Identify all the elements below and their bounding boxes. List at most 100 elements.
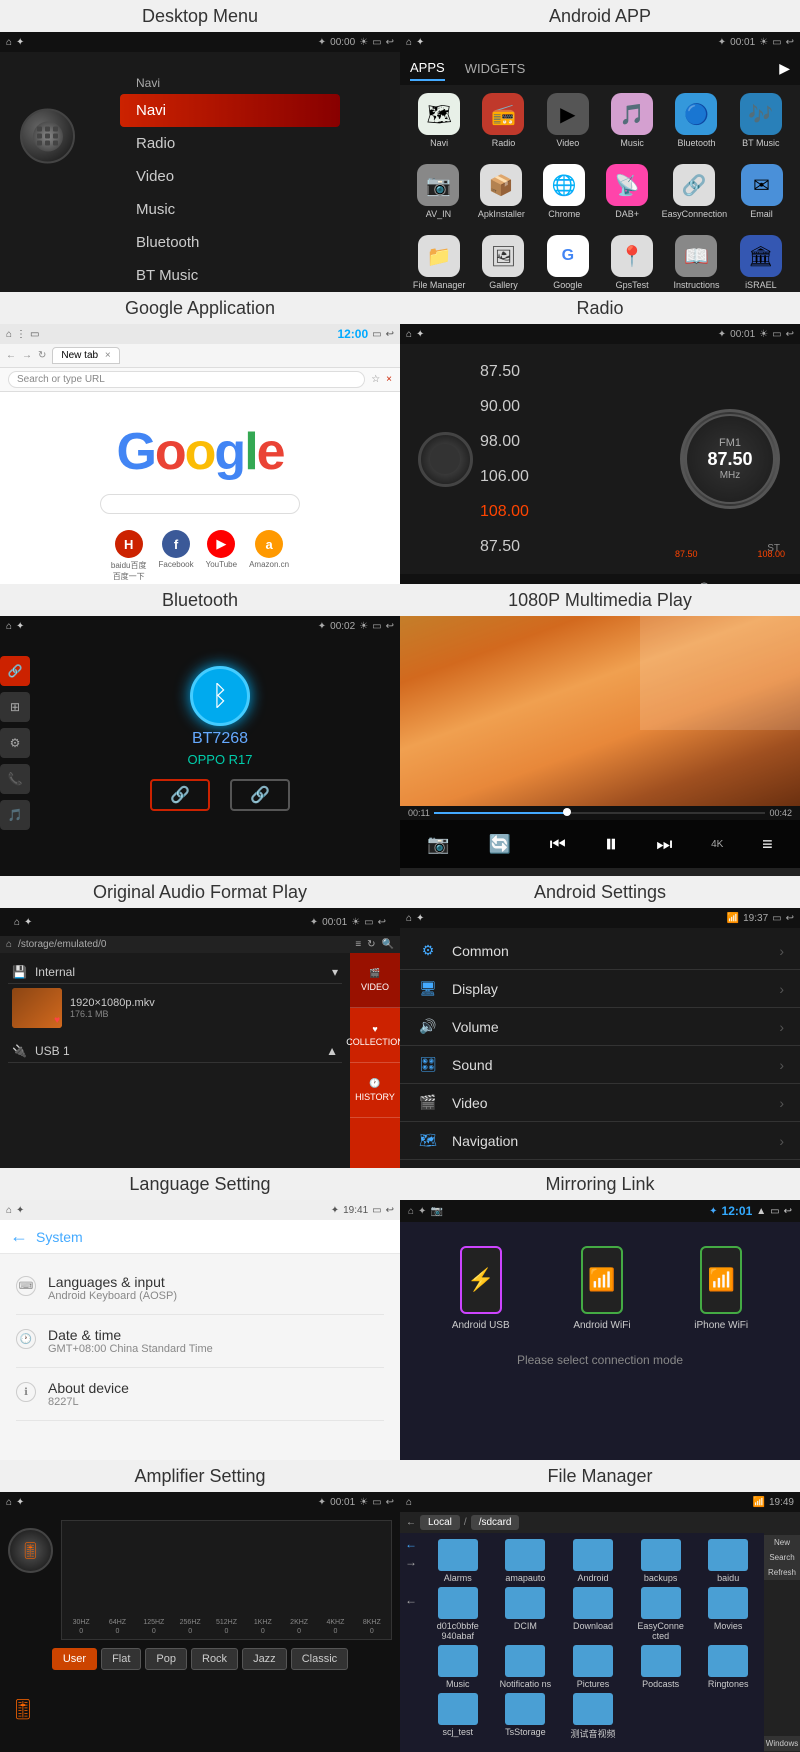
amp-knob[interactable]: 🎚: [8, 1528, 53, 1573]
mirror-iphone-wifi[interactable]: 📶 iPhone WiFi: [694, 1246, 748, 1331]
lang-back-btn[interactable]: ←: [10, 1226, 28, 1247]
bt-sidebar-settings[interactable]: ⚙: [0, 728, 30, 758]
progress-thumb[interactable]: [563, 808, 571, 816]
media-next-btn[interactable]: ⏭: [656, 834, 672, 855]
fm-left-btn-3[interactable]: ←: [405, 1593, 417, 1607]
settings-display[interactable]: 🖥 Display ›: [400, 970, 800, 1008]
app-avin[interactable]: 📷 AV_IN: [410, 164, 467, 219]
preset-classic[interactable]: Classic: [291, 1648, 348, 1670]
fm-btn-windows[interactable]: Windows: [764, 1736, 800, 1751]
app-google[interactable]: G Google: [539, 235, 597, 290]
radio-dial[interactable]: FM1 87.50 MHz: [680, 409, 780, 509]
radio-knob[interactable]: [418, 432, 473, 487]
bt-sidebar-link[interactable]: 🔗: [0, 656, 30, 686]
freq-5[interactable]: 108.00: [480, 501, 670, 523]
media-rotate-btn[interactable]: 🔄: [488, 834, 510, 855]
menu-item-navi[interactable]: Navi: [120, 94, 340, 127]
folder-notifications[interactable]: Notificatio ns: [494, 1645, 558, 1689]
freq-1[interactable]: 87.50: [480, 361, 670, 383]
app-bluetooth[interactable]: 🔵 Bluetooth: [667, 93, 725, 148]
search-icon[interactable]: 🔍: [382, 939, 394, 950]
app-btmusic[interactable]: 🎶 BT Music: [732, 93, 790, 148]
progress-track[interactable]: [434, 812, 766, 814]
url-bar[interactable]: Search or type URL: [8, 371, 365, 388]
freq-3[interactable]: 98.00: [480, 431, 670, 453]
app-instructions[interactable]: 📖 Instructions: [667, 235, 725, 290]
menu-item-radio[interactable]: Radio: [120, 127, 340, 160]
bt-connect-btn[interactable]: 🔗: [150, 779, 210, 811]
folder-podcasts[interactable]: Podcasts: [629, 1645, 693, 1689]
menu-item-btmusic[interactable]: BT Music: [120, 259, 340, 292]
preset-rock[interactable]: Rock: [191, 1648, 238, 1670]
fm-btn-new[interactable]: New: [764, 1535, 800, 1550]
browser-tab[interactable]: New tab ×: [52, 347, 119, 364]
app-filemgr[interactable]: 📁 File Manager: [410, 235, 468, 290]
audio-file-item[interactable]: ♥ 1920×1080p.mkv 176.1 MB: [8, 984, 342, 1032]
bt-sidebar-grid[interactable]: ⊞: [0, 692, 30, 722]
freq-4[interactable]: 106.00: [480, 466, 670, 488]
fm-left-btn-1[interactable]: ←: [405, 1537, 417, 1551]
menu-item-music[interactable]: Music: [120, 193, 340, 226]
app-gallery[interactable]: 🖼 Gallery: [474, 235, 532, 290]
folder-d01[interactable]: d01c0bbfe 940abaf: [426, 1587, 490, 1641]
app-israel[interactable]: 🏛 iSRAEL: [732, 235, 790, 290]
folder-alarms[interactable]: Alarms: [426, 1539, 490, 1583]
app-gpstest[interactable]: 📍 GpsTest: [603, 235, 661, 290]
preset-jazz[interactable]: Jazz: [242, 1648, 287, 1670]
folder-music[interactable]: Music: [426, 1645, 490, 1689]
app-dab[interactable]: 📡 DAB+: [599, 164, 656, 219]
bt-disconnect-btn[interactable]: 🔗: [230, 779, 290, 811]
fm-left-btn-2[interactable]: →: [405, 1555, 417, 1569]
lang-about[interactable]: ℹ About device 8227L: [16, 1368, 384, 1421]
folder-baidu[interactable]: baidu: [696, 1539, 760, 1583]
menu-item-video[interactable]: Video: [120, 160, 340, 193]
folder-pictures[interactable]: Pictures: [561, 1645, 625, 1689]
lang-input[interactable]: ⌨ Languages & input Android Keyboard (AO…: [16, 1262, 384, 1315]
forward-btn[interactable]: →: [22, 350, 32, 361]
freq-6[interactable]: 87.50: [480, 536, 670, 558]
close-tab-icon[interactable]: ×: [105, 350, 111, 361]
settings-video[interactable]: 🎬 Video ›: [400, 1084, 800, 1122]
folder-movies[interactable]: Movies: [696, 1587, 760, 1641]
folder-scjtest[interactable]: scj_test: [426, 1693, 490, 1740]
folder-dcim[interactable]: DCIM: [494, 1587, 558, 1641]
shortcut-facebook[interactable]: f Facebook: [158, 530, 193, 582]
menu-item-bluetooth[interactable]: Bluetooth: [120, 226, 340, 259]
shortcut-baidu[interactable]: H baidu百度百度一下: [111, 530, 147, 582]
lang-datetime[interactable]: 🕐 Date & time GMT+08:00 China Standard T…: [16, 1315, 384, 1368]
fm-local-tab[interactable]: Local: [420, 1515, 460, 1530]
sidebar-video[interactable]: 🎬 VIDEO: [350, 953, 400, 1008]
mirror-android-usb[interactable]: ⚡ Android USB: [452, 1246, 510, 1331]
settings-sound[interactable]: 🎛 Sound ›: [400, 1046, 800, 1084]
menu-knob[interactable]: [20, 109, 75, 164]
media-pause-btn[interactable]: ⏸: [605, 828, 618, 860]
app-radio[interactable]: 📻 Radio: [474, 93, 532, 148]
tab-widgets[interactable]: WIDGETS: [465, 57, 526, 80]
app-easyconn[interactable]: 🔗 EasyConnection: [662, 164, 728, 219]
app-navi[interactable]: 🗺 Navi: [410, 93, 468, 148]
settings-bluetooth[interactable]: 🔵 Bluetooth ›: [400, 1160, 800, 1168]
fm-btn-refresh[interactable]: Refresh: [764, 1565, 800, 1580]
mirror-android-wifi[interactable]: 📶 Android WiFi: [573, 1246, 630, 1331]
folder-easyconn[interactable]: EasyConne cted: [629, 1587, 693, 1641]
filter-icon[interactable]: ≡: [355, 939, 361, 950]
audio-internal[interactable]: 💾 Internal ▾: [8, 961, 342, 984]
refresh-btn[interactable]: ↻: [38, 350, 46, 361]
folder-amapauto[interactable]: amapauto: [494, 1539, 558, 1583]
folder-test-video[interactable]: 测试音视频: [561, 1693, 625, 1740]
app-chrome[interactable]: 🌐 Chrome: [536, 164, 593, 219]
bookmark-icon[interactable]: ☆: [371, 374, 380, 385]
preset-user[interactable]: User: [52, 1648, 97, 1670]
fm-back-btn[interactable]: ←: [406, 1517, 416, 1528]
bt-sidebar-phone[interactable]: 📞: [0, 764, 30, 794]
app-video[interactable]: ▶ Video: [539, 93, 597, 148]
tab-apps[interactable]: APPS: [410, 56, 445, 81]
settings-navigation[interactable]: 🗺 Navigation ›: [400, 1122, 800, 1160]
back-btn[interactable]: ←: [6, 350, 16, 361]
preset-pop[interactable]: Pop: [145, 1648, 187, 1670]
folder-android[interactable]: Android: [561, 1539, 625, 1583]
usb-expand-icon[interactable]: ▲: [326, 1044, 338, 1058]
audio-usb[interactable]: 🔌 USB 1 ▲: [8, 1040, 342, 1063]
settings-volume[interactable]: 🔊 Volume ›: [400, 1008, 800, 1046]
folder-download[interactable]: Download: [561, 1587, 625, 1641]
